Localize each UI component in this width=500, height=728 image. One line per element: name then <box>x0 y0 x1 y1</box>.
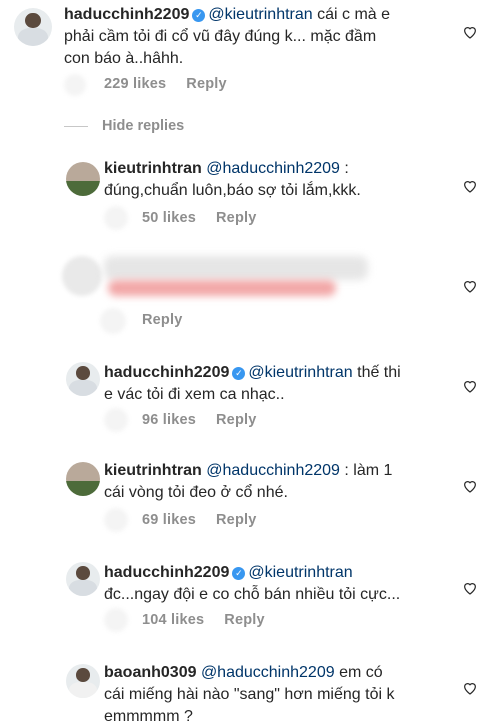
username[interactable]: haducchinh2209 <box>104 364 229 381</box>
comment-text-line: emmmmm ? <box>104 708 193 725</box>
mention-link[interactable]: @kieutrinhtran <box>208 6 312 23</box>
mention-link[interactable]: @haducchinh2209 <box>201 664 335 681</box>
verified-badge-icon: ✓ <box>232 367 246 380</box>
blurred-avatar <box>100 308 126 334</box>
comment-text: kieutrinhtran @haducchinh2209 : làm 1 cá… <box>104 460 464 504</box>
hide-replies-toggle[interactable]: Hide replies <box>64 118 184 134</box>
blurred-avatar <box>104 608 128 632</box>
reply-button[interactable]: Reply <box>216 210 257 226</box>
comment-text: baoanh0309 @haducchinh2209 em có cái miế… <box>104 662 464 728</box>
heart-outline-icon[interactable] <box>462 278 478 294</box>
comment-text-line: con báo à..hâhh. <box>64 50 184 67</box>
mention-link[interactable]: @haducchinh2209 <box>206 462 340 479</box>
heart-outline-icon[interactable] <box>462 24 478 40</box>
heart-outline-icon[interactable] <box>462 378 478 394</box>
avatar[interactable] <box>66 462 100 496</box>
comment-text-line: em có <box>334 664 383 681</box>
verified-badge-icon: ✓ <box>192 9 206 22</box>
blurred-avatar <box>64 74 86 96</box>
avatar[interactable] <box>66 362 100 396</box>
username[interactable]: haducchinh2209 <box>64 6 189 23</box>
avatar[interactable] <box>66 562 100 596</box>
mention-link[interactable]: @kieutrinhtran <box>248 364 352 381</box>
reply-button[interactable]: Reply <box>142 312 183 328</box>
heart-outline-icon[interactable] <box>462 680 478 696</box>
comment-item: haducchinh2209 ✓ @kieutrinhtran thế thi e … <box>0 350 500 440</box>
username[interactable]: haducchinh2209 <box>104 564 229 581</box>
comment-text-line: e vác tỏi đi xem ca nhạc.. <box>104 386 285 403</box>
reply-button[interactable]: Reply <box>186 76 227 92</box>
avatar[interactable] <box>66 162 100 196</box>
comment-text-line: đc...ngay đội e co chỗ bán nhiều tỏi cực… <box>104 586 401 603</box>
likes-count[interactable]: 96 likes <box>142 412 196 428</box>
verified-badge-icon: ✓ <box>232 567 246 580</box>
comment-text: haducchinh2209 ✓ @kieutrinhtran cái c mà e… <box>64 4 464 70</box>
comment-text-line: cái c mà e <box>312 6 391 23</box>
blurred-avatar <box>104 508 128 532</box>
blurred-avatar <box>62 256 102 296</box>
comment-meta: 96 likes Reply <box>142 412 277 428</box>
hide-replies-label: Hide replies <box>102 118 185 134</box>
comment-item: kieutrinhtran @haducchinh2209 : đúng,chu… <box>0 150 500 240</box>
reply-button[interactable]: Reply <box>216 412 257 428</box>
username[interactable]: baoanh0309 <box>104 664 196 681</box>
comment-meta: 69 likes Reply <box>142 512 277 528</box>
comment-text-line: thế thi <box>352 364 401 381</box>
blurred-avatar <box>104 408 128 432</box>
likes-count[interactable]: 50 likes <box>142 210 196 226</box>
reply-button[interactable]: Reply <box>216 512 257 528</box>
mention-link[interactable]: @haducchinh2209 <box>206 160 340 177</box>
heart-outline-icon[interactable] <box>462 178 478 194</box>
comment-item: baoanh0309 @haducchinh2209 em có cái miế… <box>0 652 500 725</box>
comment-item: haducchinh2209 ✓ @kieutrinhtran đc...ngay … <box>0 552 500 642</box>
blurred-text <box>108 280 336 296</box>
comment-text-line: phải cầm tỏi đi cổ vũ đây đúng k... mặc … <box>64 28 377 45</box>
username[interactable]: kieutrinhtran <box>104 462 202 479</box>
comment-item: Reply <box>0 250 500 340</box>
comment-text-line: cái vòng tỏi đeo ở cổ nhé. <box>104 484 288 501</box>
comment-text: haducchinh2209 ✓ @kieutrinhtran thế thi e … <box>104 362 464 406</box>
comment-item: haducchinh2209 ✓ @kieutrinhtran cái c mà e… <box>0 0 500 100</box>
comment-text-line: : <box>339 160 349 177</box>
likes-count[interactable]: 104 likes <box>142 612 204 628</box>
blurred-avatar <box>104 206 128 230</box>
likes-count[interactable]: 69 likes <box>142 512 196 528</box>
reply-button[interactable]: Reply <box>224 612 265 628</box>
comment-meta: 229 likes Reply <box>104 76 247 92</box>
avatar[interactable] <box>66 664 100 698</box>
username[interactable]: kieutrinhtran <box>104 160 202 177</box>
avatar[interactable] <box>14 8 52 46</box>
comment-meta: 104 likes Reply <box>142 612 285 628</box>
mention-link[interactable]: @kieutrinhtran <box>248 564 352 581</box>
comment-text-line: đúng,chuẩn luôn,báo sợ tỏi lắm,kkk. <box>104 182 361 199</box>
heart-outline-icon[interactable] <box>462 580 478 596</box>
likes-count[interactable]: 229 likes <box>104 76 166 92</box>
comment-meta: Reply <box>142 312 203 328</box>
comment-text-line: : làm 1 <box>339 462 393 479</box>
blurred-text <box>104 256 368 280</box>
heart-outline-icon[interactable] <box>462 478 478 494</box>
comment-meta: 50 likes Reply <box>142 210 277 226</box>
comment-text: kieutrinhtran @haducchinh2209 : đúng,chu… <box>104 158 464 202</box>
comment-item: kieutrinhtran @haducchinh2209 : làm 1 cá… <box>0 450 500 540</box>
comment-text: haducchinh2209 ✓ @kieutrinhtran đc...ngay … <box>104 562 464 606</box>
comment-text-line: cái miếng hài nào "sang" hơn miếng tỏi k <box>104 686 395 703</box>
